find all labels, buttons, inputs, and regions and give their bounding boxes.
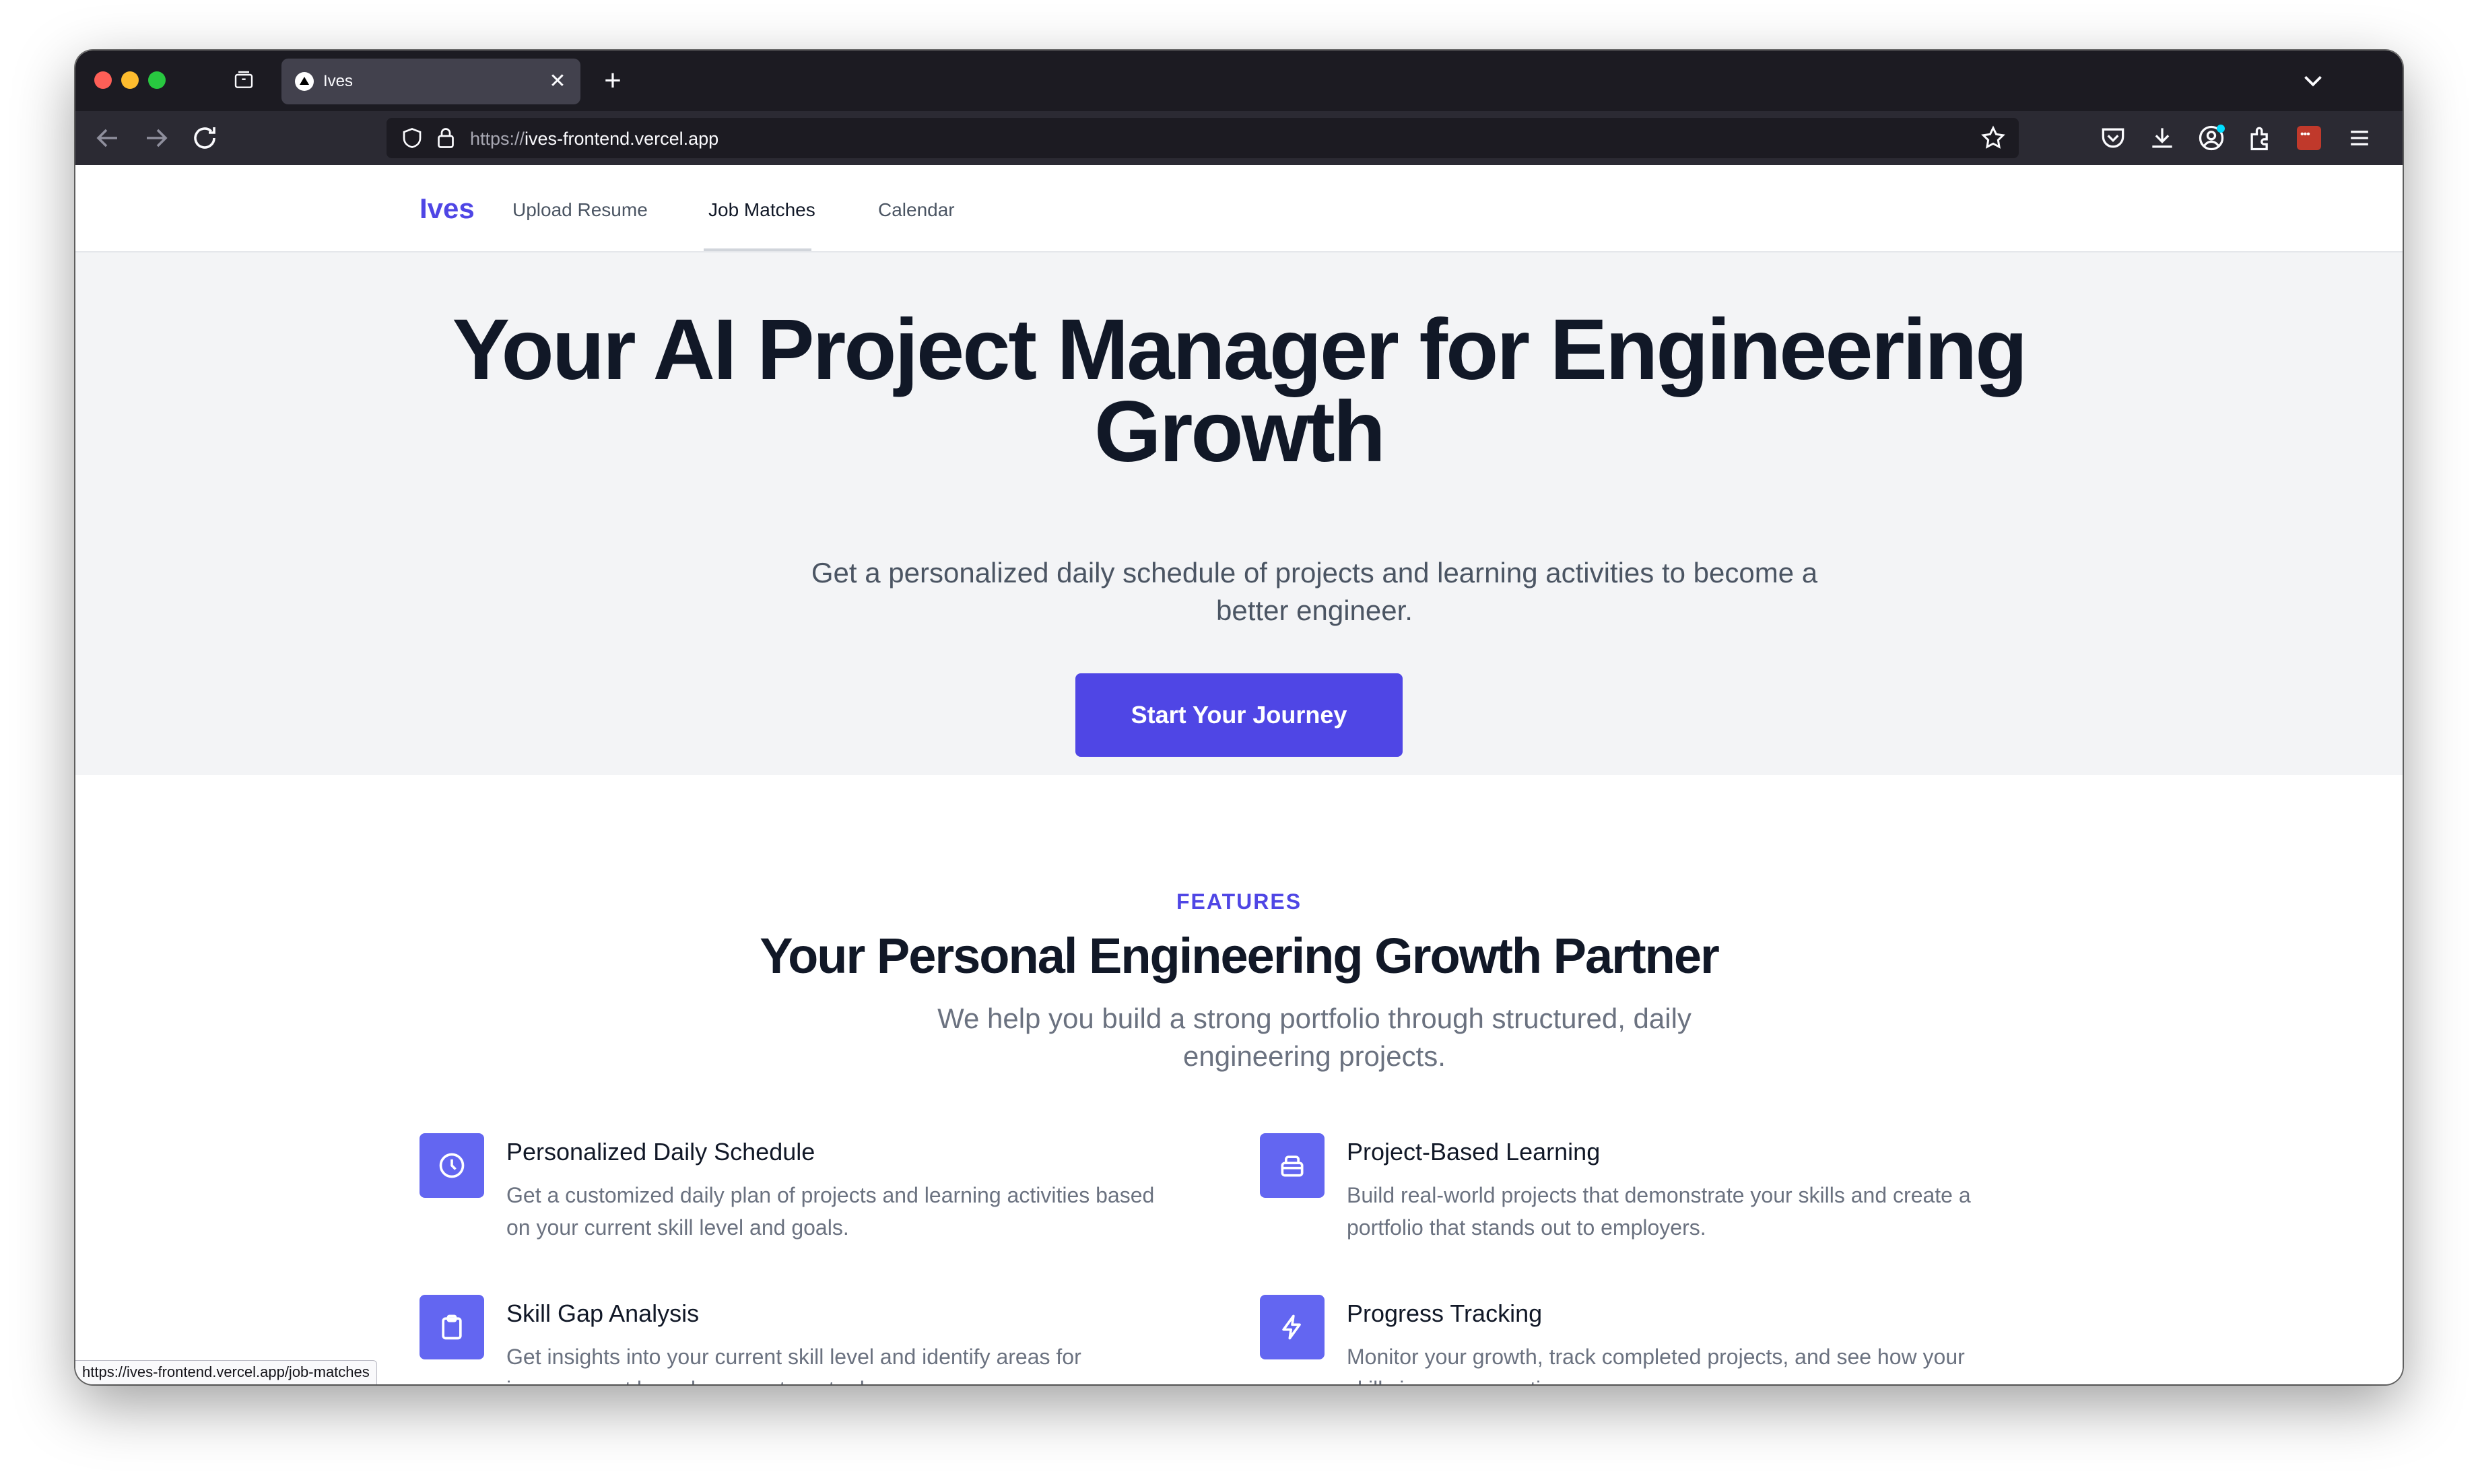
feature-description-line-1: Get insights into your current skill lev… — [506, 1345, 1081, 1369]
browser-window: Ives ✕ + https://ives-frontend.vercel.ap… — [75, 50, 2403, 1384]
url-text[interactable]: https://ives-frontend.vercel.app — [470, 129, 718, 149]
lock-icon[interactable] — [434, 126, 458, 150]
forward-icon[interactable] — [140, 122, 172, 154]
brand-logo[interactable]: Ives — [420, 192, 475, 226]
lightning-icon — [1260, 1295, 1325, 1359]
feature-title: Project-Based Learning — [1347, 1138, 1601, 1166]
notification-dot — [2217, 125, 2225, 133]
chevron-down-icon[interactable] — [2298, 65, 2329, 96]
feature-description-line-2: improvement based on your target roles. — [506, 1377, 894, 1384]
download-icon[interactable] — [2147, 123, 2177, 153]
tab-overview-icon[interactable] — [232, 69, 256, 91]
nav-upload-resume[interactable]: Upload Resume — [512, 199, 648, 222]
clock-icon — [420, 1133, 484, 1198]
feature-description-line-2: portfolio that stands out to employers. — [1347, 1215, 1706, 1240]
hero-subtitle-line-2: better engineer. — [1216, 595, 1413, 626]
nav-active-underline — [704, 248, 811, 251]
feature-title: Skill Gap Analysis — [506, 1300, 700, 1327]
site-header: Ives Upload Resume Job Matches Calendar — [75, 165, 2403, 252]
features-title: Your Personal Engineering Growth Partner — [760, 928, 1720, 984]
extension-red-icon[interactable] — [2297, 126, 2321, 150]
url-host: ives-frontend.vercel.app — [525, 129, 719, 149]
feature-description-line-2: skills improve over time. — [1347, 1377, 1576, 1384]
reload-icon[interactable] — [189, 122, 221, 154]
hero-subtitle: Get a personalized daily schedule of pro… — [776, 554, 1853, 630]
nav-calendar[interactable]: Calendar — [878, 199, 955, 222]
tab-close-icon[interactable]: ✕ — [545, 68, 570, 95]
feature-description-line-2: on your current skill level and goals. — [506, 1215, 849, 1240]
features-eyebrow: FEATURES — [1176, 889, 1302, 914]
features-subtitle: We help you build a strong portfolio thr… — [870, 1000, 1759, 1075]
close-window-button[interactable] — [94, 71, 112, 89]
hero-title-line-2: Growth — [1094, 384, 1386, 480]
new-tab-button[interactable]: + — [594, 63, 632, 100]
hero-subtitle-line-1: Get a personalized daily schedule of pro… — [811, 557, 1818, 588]
extensions-icon[interactable] — [2246, 123, 2275, 153]
feature-item: Progress Tracking Monitor your growth, t… — [1260, 1295, 2054, 1384]
tab-title: Ives — [323, 72, 354, 90]
shield-icon[interactable] — [400, 126, 424, 150]
feature-title: Personalized Daily Schedule — [506, 1138, 815, 1166]
minimize-window-button[interactable] — [121, 71, 139, 89]
status-bar-link: https://ives-frontend.vercel.app/job-mat… — [75, 1360, 377, 1384]
features-subtitle-line-1: We help you build a strong portfolio thr… — [937, 1003, 1692, 1034]
feature-description: Get a customized daily plan of projects … — [506, 1179, 1234, 1244]
hero-title: Your AI Project Manager for Engineering … — [364, 307, 2114, 475]
navigation-toolbar: https://ives-frontend.vercel.app — [75, 111, 2403, 165]
maximize-window-button[interactable] — [148, 71, 166, 89]
active-tab[interactable]: Ives ✕ — [281, 59, 580, 104]
hero-section: Your AI Project Manager for Engineering … — [75, 252, 2403, 775]
nav-job-matches[interactable]: Job Matches — [708, 199, 815, 222]
vercel-favicon-icon — [295, 72, 314, 91]
feature-description-line-1: Build real-world projects that demonstra… — [1347, 1183, 1971, 1207]
feature-item: Project-Based Learning Build real-world … — [1260, 1133, 2054, 1261]
features-subtitle-line-2: engineering projects. — [1183, 1040, 1446, 1072]
clipboard-icon — [420, 1295, 484, 1359]
feature-description: Build real-world projects that demonstra… — [1347, 1179, 2074, 1244]
start-journey-button[interactable]: Start Your Journey — [1075, 673, 1403, 757]
feature-description: Get insights into your current skill lev… — [506, 1341, 1234, 1384]
feature-item: Skill Gap Analysis Get insights into you… — [420, 1295, 1214, 1384]
back-icon[interactable] — [92, 122, 124, 154]
feature-description: Monitor your growth, track completed pro… — [1347, 1341, 2074, 1384]
tab-bar: Ives ✕ + — [75, 50, 2403, 111]
feature-item: Personalized Daily Schedule Get a custom… — [420, 1133, 1214, 1261]
feature-description-line-1: Monitor your growth, track completed pro… — [1347, 1345, 1965, 1369]
page-content: Ives Upload Resume Job Matches Calendar … — [75, 165, 2403, 1384]
url-scheme: https:// — [470, 129, 525, 149]
star-icon[interactable] — [1980, 125, 2007, 151]
briefcase-icon — [1260, 1133, 1325, 1198]
account-icon[interactable] — [2197, 123, 2226, 153]
url-bar[interactable]: https://ives-frontend.vercel.app — [387, 118, 2019, 158]
feature-title: Progress Tracking — [1347, 1300, 1543, 1327]
feature-description-line-1: Get a customized daily plan of projects … — [506, 1183, 1155, 1207]
pocket-icon[interactable] — [2098, 123, 2128, 153]
menu-icon[interactable] — [2345, 123, 2374, 153]
